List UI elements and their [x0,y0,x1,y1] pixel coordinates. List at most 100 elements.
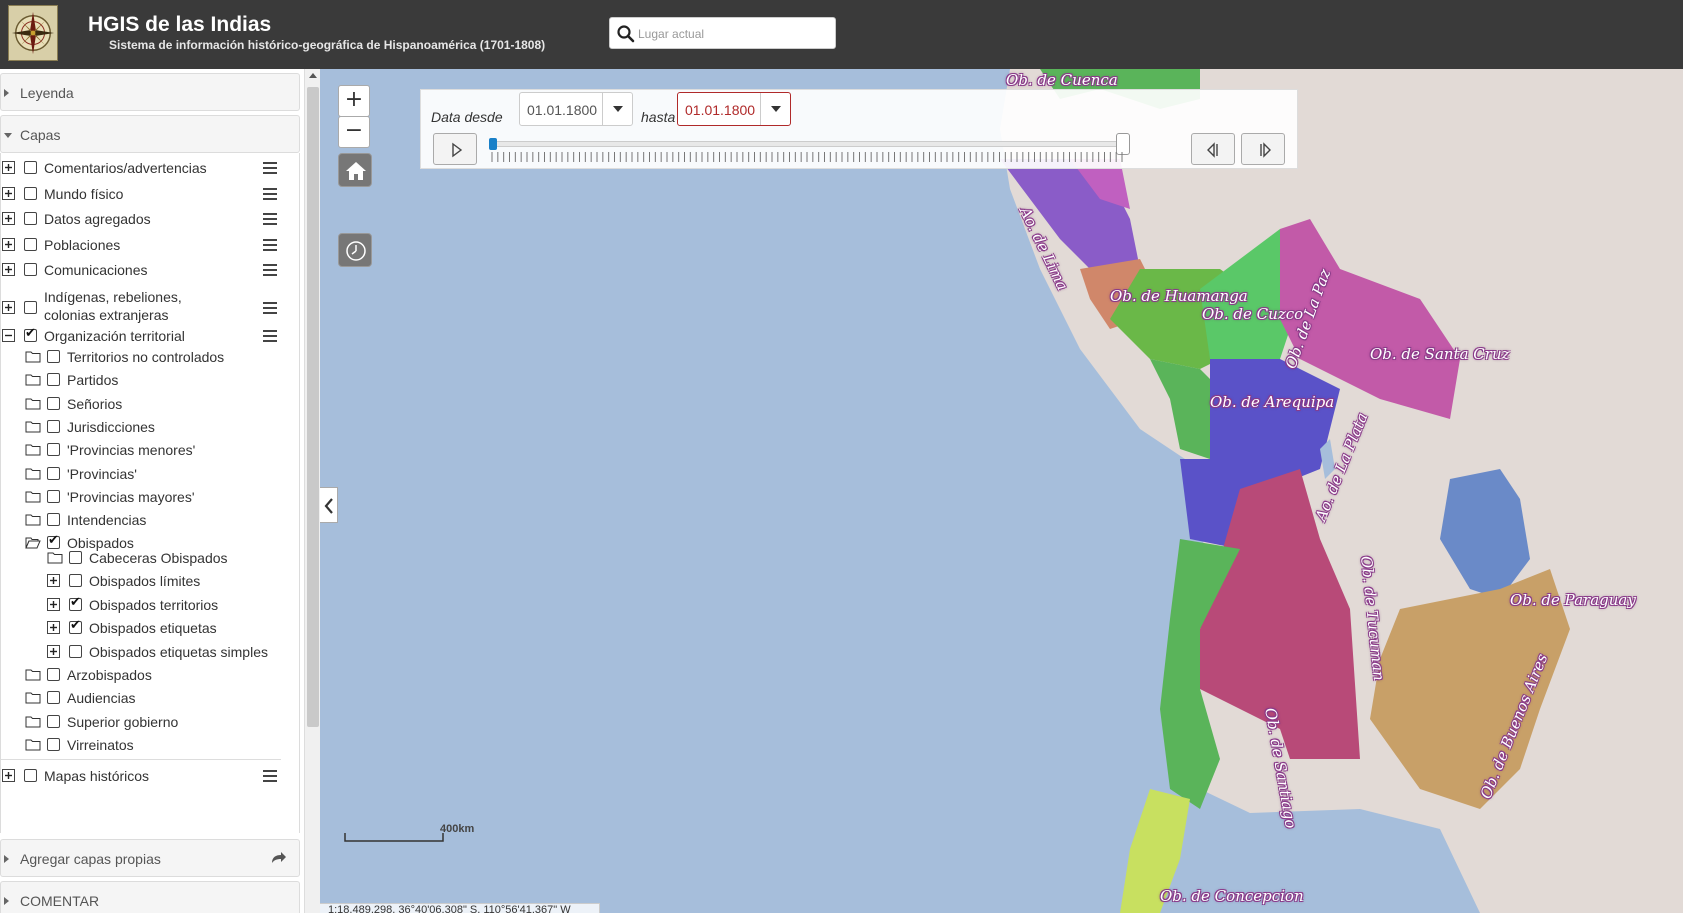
layer-6[interactable]: Organización territorial [1,325,299,347]
checkbox[interactable] [24,212,37,225]
date-to-field[interactable]: 01.01.1800 [677,92,791,126]
expand-plus-icon[interactable] [2,301,15,314]
checkbox[interactable] [24,161,37,174]
compass-rose-icon[interactable] [8,5,58,61]
expand-plus-icon[interactable] [2,161,15,174]
expand-plus-icon[interactable] [47,574,60,587]
checkbox[interactable] [47,350,60,363]
checkbox[interactable] [47,466,60,480]
hamburger-menu-icon[interactable] [263,162,277,174]
share-arrow-icon[interactable] [269,849,287,867]
search-box[interactable] [609,17,836,49]
hamburger-menu-icon[interactable] [263,239,277,251]
expand-plus-icon[interactable] [2,769,15,782]
obispado-layer-0[interactable]: Cabeceras Obispados [1,547,299,569]
legend-panel-header[interactable]: Leyenda [0,73,300,111]
search-input[interactable] [638,22,828,46]
org-tail-layer-3[interactable]: Virreinatos [1,734,299,756]
map-view[interactable]: + − Data desde 01.01.1800 hasta 01.01.18… [320,69,1683,913]
scrollbar-thumb[interactable] [307,87,319,727]
folder-icon [25,444,41,456]
checkbox[interactable] [47,396,60,410]
expand-plus-icon[interactable] [47,621,60,634]
step-back-button[interactable] [1191,133,1235,165]
expand-plus-icon[interactable] [47,598,60,611]
org-layer-5[interactable]: 'Provincias' [1,463,299,485]
checkbox[interactable] [24,263,37,276]
layers-panel-header[interactable]: Capas [0,115,300,153]
obispado-layer-4[interactable]: Obispados etiquetas simples [1,641,299,663]
zoom-out-button[interactable]: − [338,116,370,148]
checkbox[interactable] [47,715,60,728]
zoom-in-button[interactable]: + [338,85,370,117]
obispado-layer-2[interactable]: Obispados territorios [1,594,299,616]
checkbox-checked[interactable] [69,595,82,611]
org-layer-1[interactable]: Partidos [1,369,299,391]
org-layer-2[interactable]: Señorios [1,393,299,415]
checkbox-checked[interactable] [24,326,37,342]
checkbox[interactable] [69,551,82,564]
collapse-minus-icon[interactable] [2,329,15,342]
comment-panel-header[interactable]: COMENTAR [0,881,300,913]
expand-plus-icon[interactable] [2,187,15,200]
checkbox[interactable] [69,574,82,587]
checkbox[interactable] [24,238,37,251]
scroll-up-icon[interactable] [309,73,317,78]
checkbox[interactable] [47,443,60,457]
layer-0[interactable]: Comentarios/advertencias [1,157,299,179]
obispado-layer-1[interactable]: Obispados límites [1,570,299,592]
home-button[interactable] [338,153,372,187]
hamburger-menu-icon[interactable] [263,770,277,782]
checkbox[interactable] [47,373,60,387]
time-slider[interactable] [489,133,1130,155]
obispado-layer-3[interactable]: Obispados etiquetas [1,617,299,639]
org-tail-layer-1[interactable]: Audiencias [1,687,299,709]
play-button[interactable] [433,133,477,165]
org-layer-7[interactable]: Intendencias [1,509,299,531]
layer-2[interactable]: Datos agregados [1,208,299,230]
checkbox[interactable] [47,419,60,433]
hamburger-menu-icon[interactable] [263,264,277,276]
checkbox[interactable] [47,668,60,681]
slider-start-handle[interactable] [489,138,497,150]
layer-3[interactable]: Poblaciones [1,234,299,256]
step-forward-button[interactable] [1241,133,1285,165]
org-layer-3[interactable]: Jurisdicciones [1,416,299,438]
checkbox[interactable] [24,301,37,314]
hamburger-menu-icon[interactable] [263,302,277,314]
date-to-dropdown-icon[interactable] [760,93,790,125]
checkbox[interactable] [24,187,37,200]
org-layer-4[interactable]: 'Provincias menores' [1,439,299,461]
layer-historical-maps[interactable]: Mapas históricos [1,765,299,787]
checkbox[interactable] [47,738,60,751]
checkbox[interactable] [24,769,37,782]
date-from-dropdown-icon[interactable] [602,93,632,125]
org-layer-6[interactable]: 'Provincias mayores' [1,486,299,508]
layer-label: Intendencias [67,512,147,529]
layer-1[interactable]: Mundo físico [1,183,299,205]
expand-plus-icon[interactable] [2,263,15,276]
org-tail-layer-2[interactable]: Superior gobierno [1,711,299,733]
checkbox[interactable] [47,691,60,704]
org-layer-0[interactable]: Territorios no controlados [1,346,299,368]
checkbox-checked[interactable] [69,618,82,634]
hamburger-menu-icon[interactable] [263,213,277,225]
layer-5[interactable]: Indígenas, rebeliones, colonias extranjer… [1,289,299,326]
expand-plus-icon[interactable] [47,645,60,658]
collapse-sidebar-button[interactable] [320,487,338,523]
step-forward-icon [1260,142,1271,158]
expand-plus-icon[interactable] [2,212,15,225]
checkbox[interactable] [69,645,82,658]
checkbox[interactable] [47,489,60,503]
add-layers-panel-header[interactable]: Agregar capas propias [0,839,300,877]
history-button[interactable] [338,233,372,267]
org-tail-layer-0[interactable]: Arzobispados [1,664,299,686]
expand-plus-icon[interactable] [2,238,15,251]
hamburger-menu-icon[interactable] [263,330,277,342]
sidebar-scrollbar[interactable] [304,69,320,913]
hamburger-menu-icon[interactable] [263,188,277,200]
date-from-field[interactable]: 01.01.1800 [519,92,633,126]
checkbox[interactable] [47,513,60,527]
layer-4[interactable]: Comunicaciones [1,259,299,281]
map-canvas[interactable] [320,69,1683,913]
